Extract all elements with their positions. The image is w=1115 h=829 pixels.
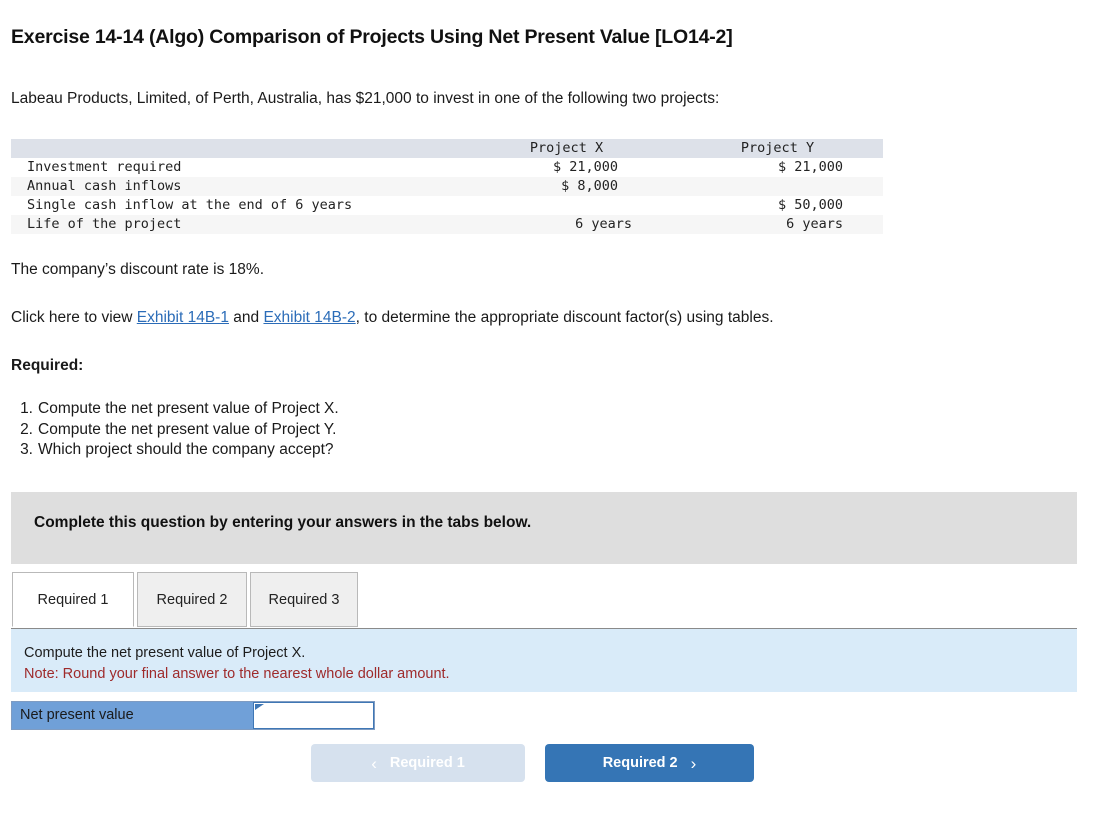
next-required-label: Required 2 <box>602 755 678 771</box>
required-list: 1. Compute the net present value of Proje… <box>11 399 339 461</box>
table-row: Investment required $ 21,000 $ 21,000 <box>11 158 883 177</box>
exhibit-14b-1-link[interactable]: Exhibit 14B-1 <box>137 309 229 326</box>
list-item: 2. Compute the net present value of Proje… <box>11 420 339 441</box>
list-item-number: 1. <box>20 400 33 417</box>
row-value-project-x: 6 years <box>575 216 632 232</box>
list-item-number: 2. <box>20 420 33 438</box>
row-value-project-y: $ 50,000 <box>777 197 843 213</box>
list-item-text: Compute the net present value of Project… <box>38 400 339 417</box>
net-present-value-label: Net present value <box>12 702 253 729</box>
exercise-page: Exercise 14-14 (Algo) Comparison of Proj… <box>0 0 1115 829</box>
row-value-project-y: $ 21,000 <box>777 159 843 175</box>
previous-required-button[interactable]: ‹ Required 1 <box>311 744 525 782</box>
table-row: Single cash inflow at the end of 6 years… <box>11 196 883 215</box>
navigation-buttons: ‹ Required 1 Required 2 › <box>311 744 781 782</box>
question-instruction-text: Compute the net present value of Project… <box>24 645 306 661</box>
column-header-project-x: Project X <box>529 140 604 156</box>
row-value-project-y <box>672 177 883 196</box>
table-row: Life of the project 6 years 6 years <box>11 215 883 234</box>
exhibit-prefix-text: Click here to view <box>11 309 137 326</box>
exhibit-14b-2-link[interactable]: Exhibit 14B-2 <box>263 309 355 326</box>
exhibit-middle-text: and <box>228 309 264 326</box>
row-value-project-y: 6 years <box>786 216 843 232</box>
tab-required-3[interactable]: Required 3 <box>250 572 358 627</box>
table-row: Annual cash inflows $ 8,000 <box>11 177 883 196</box>
project-comparison-table: Project X Project Y Investment required … <box>11 139 883 234</box>
list-item-text: Compute the net present value of Project… <box>38 420 337 438</box>
exhibit-links-line: Click here to view Exhibit 14B-1 and Exh… <box>11 309 774 327</box>
row-label: Single cash inflow at the end of 6 years <box>27 197 353 213</box>
list-item-number: 3. <box>20 441 33 458</box>
table-header: Project X Project Y <box>11 139 883 158</box>
answer-row: Net present value <box>11 701 375 730</box>
next-required-button[interactable]: Required 2 › <box>545 744 754 782</box>
previous-required-label: Required 1 <box>389 755 465 771</box>
column-header-blank <box>11 139 461 158</box>
question-note-text: Note: Round your final answer to the nea… <box>24 666 450 682</box>
question-info-panel: Compute the net present value of Project… <box>11 628 1077 692</box>
chevron-left-icon: ‹ <box>371 753 377 773</box>
chevron-right-icon: › <box>690 753 697 773</box>
intro-paragraph: Labeau Products, Limited, of Perth, Aust… <box>11 90 720 107</box>
row-label: Investment required <box>27 159 182 175</box>
instruction-banner: Complete this question by entering your … <box>11 492 1077 564</box>
row-value-project-x <box>461 196 672 215</box>
discount-rate-text: The company’s discount rate is 18%. <box>11 261 265 278</box>
list-item: 1. Compute the net present value of Proje… <box>11 399 339 420</box>
column-header-project-y: Project Y <box>740 140 815 156</box>
page-title: Exercise 14-14 (Algo) Comparison of Proj… <box>11 26 733 48</box>
required-heading: Required: <box>11 357 84 374</box>
row-value-project-x: $ 21,000 <box>552 159 618 175</box>
net-present-value-input[interactable] <box>253 702 374 729</box>
list-item-text: Which project should the company accept? <box>38 441 334 458</box>
answer-input-wrapper <box>253 702 374 729</box>
tab-required-1[interactable]: Required 1 <box>12 572 134 627</box>
instruction-banner-text: Complete this question by entering your … <box>34 514 532 531</box>
list-item: 3. Which project should the company accep… <box>11 440 339 461</box>
row-label: Life of the project <box>27 216 182 232</box>
exhibit-suffix-text: , to determine the appropriate discount … <box>355 309 774 326</box>
row-label: Annual cash inflows <box>27 178 182 194</box>
table-header-row: Project X Project Y <box>11 139 883 158</box>
row-value-project-x: $ 8,000 <box>561 178 618 194</box>
table-body: Investment required $ 21,000 $ 21,000 An… <box>11 158 883 234</box>
tab-required-2[interactable]: Required 2 <box>137 572 247 627</box>
